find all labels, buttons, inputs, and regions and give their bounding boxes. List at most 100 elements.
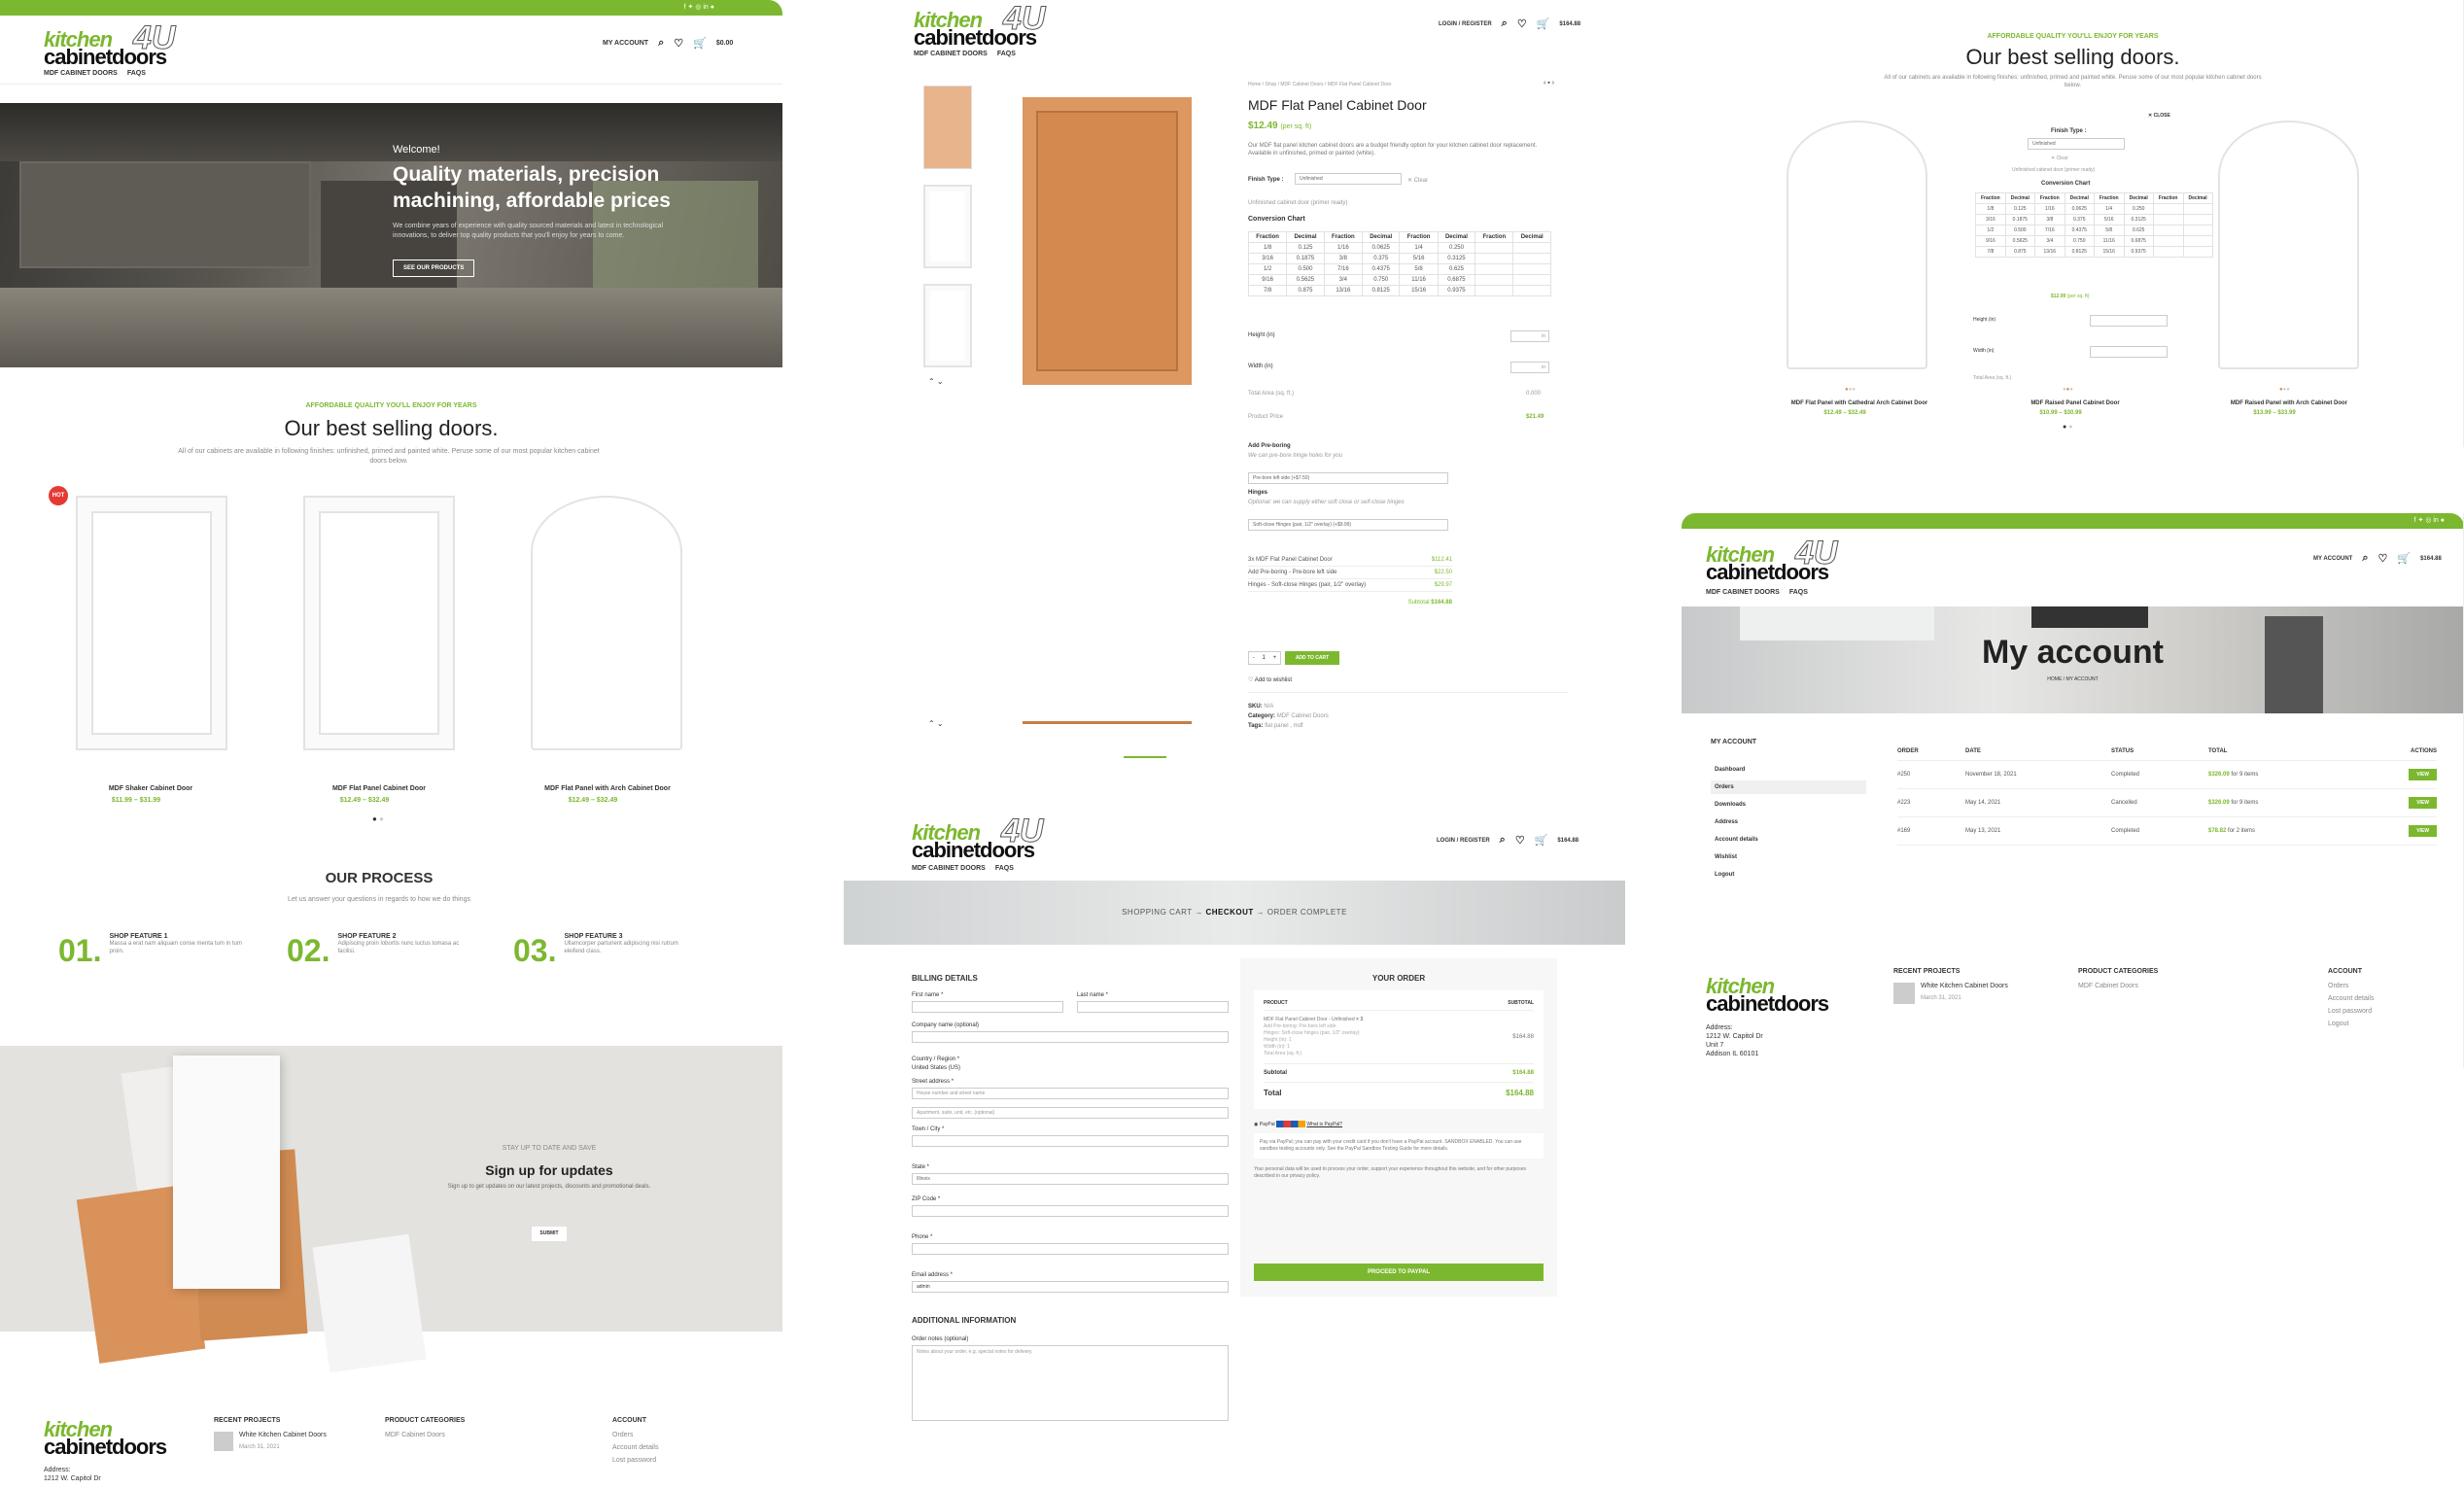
qty-stepper[interactable]: - 1 + — [1248, 651, 1281, 665]
breadcrumb[interactable]: Home / Shop / MDF Cabinet Doors / MDF Fl… — [1248, 82, 1391, 87]
account-menu-item[interactable]: Account details — [1711, 833, 1866, 847]
footer-project-link[interactable]: White Kitchen Cabinet Doors — [1921, 983, 2008, 989]
first-name-input[interactable] — [912, 1001, 1063, 1013]
state-select[interactable]: Illinois — [912, 1173, 1229, 1185]
login-register-link[interactable]: LOGIN / REGISTER — [1439, 21, 1492, 27]
footer-account-details-link[interactable]: Account details — [612, 1444, 658, 1451]
footer-cat-link[interactable]: MDF Cabinet Doors — [385, 1432, 465, 1438]
cart-icon[interactable]: 🛒 — [1537, 17, 1550, 30]
cart-total[interactable]: $0.00 — [716, 40, 734, 47]
qv-swatches-2[interactable]: ●●● — [2063, 387, 2073, 393]
nav-faqs[interactable]: FAQS — [997, 51, 1016, 57]
account-menu-item[interactable]: Wishlist — [1711, 850, 1866, 864]
wishlist-heart-icon[interactable]: ♡ — [1515, 834, 1525, 847]
wishlist-heart-icon[interactable]: ♡ — [2378, 552, 2388, 565]
social-icons[interactable]: f ✦ ◎ in ● — [2414, 516, 2445, 524]
social-icons[interactable]: f ✦ ◎ in ● — [684, 3, 714, 11]
logo[interactable]: kitchen cabinetdoors 4U — [44, 21, 176, 68]
add-to-cart-button[interactable]: ADD TO CART — [1285, 651, 1339, 665]
view-order-button[interactable]: VIEW — [2409, 769, 2437, 780]
proceed-paypal-button[interactable]: PROCEED TO PAYPAL — [1254, 1264, 1544, 1281]
product-nav-arrows[interactable]: ‹ ▪ › — [1544, 80, 1554, 87]
footer-logo[interactable]: kitchen cabinetdoors — [44, 1419, 167, 1458]
nav-mdf-doors[interactable]: MDF CABINET DOORS — [914, 51, 988, 57]
email-input[interactable]: admin — [912, 1281, 1229, 1293]
search-icon[interactable]: ⌕ — [658, 37, 664, 50]
qv-close-button[interactable]: ✕ CLOSE — [2148, 113, 2170, 119]
qv-product-name-2[interactable]: MDF Raised Panel Cabinet Door — [1983, 400, 2168, 406]
width-input[interactable]: in — [1510, 362, 1549, 373]
category-link[interactable]: MDF Cabinet Doors — [1277, 713, 1329, 719]
account-menu-item[interactable]: Logout — [1711, 868, 1866, 882]
footer-logout-link[interactable]: Logout — [2328, 1021, 2374, 1027]
account-menu-item[interactable]: Downloads — [1711, 798, 1866, 812]
logo-3[interactable]: kitchen cabinetdoors 4U — [912, 814, 1044, 861]
cart-total-3[interactable]: $164.88 — [1557, 838, 1579, 844]
search-icon[interactable]: ⌕ — [1502, 17, 1508, 30]
view-order-button[interactable]: VIEW — [2409, 797, 2437, 809]
nav-faqs[interactable]: FAQS — [127, 70, 146, 77]
nav-faqs[interactable]: FAQS — [1789, 589, 1808, 596]
hinges-select[interactable]: Soft-close Hinges (pair, 1/2" overlay) (… — [1248, 519, 1448, 531]
product-name-1[interactable]: MDF Shaker Cabinet Door — [49, 785, 253, 792]
qv-door-cathedral[interactable] — [1787, 121, 1927, 369]
logo-2[interactable]: kitchen cabinetdoors 4U — [914, 2, 1046, 49]
tags-links[interactable]: flat panel , mdf — [1265, 723, 1302, 729]
cart-icon[interactable]: 🛒 — [693, 37, 707, 50]
carousel-dots[interactable]: ● ● — [372, 814, 384, 823]
wishlist-heart-icon[interactable]: ♡ — [1517, 17, 1527, 30]
qv-product-name-3[interactable]: MDF Raised Panel with Arch Cabinet Door — [2197, 400, 2381, 406]
account-menu-item[interactable]: Orders — [1711, 780, 1866, 794]
search-icon[interactable]: ⌕ — [2362, 552, 2368, 565]
clear-link[interactable]: ✕ Clear — [1407, 177, 1428, 184]
thumb-2[interactable] — [923, 185, 972, 268]
main-product-image[interactable] — [1023, 97, 1192, 385]
product-name-2[interactable]: MDF Flat Panel Cabinet Door — [277, 785, 481, 792]
footer-account-details-link[interactable]: Account details — [2328, 995, 2374, 1002]
logo-4[interactable]: kitchen cabinetdoors 4U — [1706, 537, 1838, 583]
qv-clear[interactable]: ✕ Clear — [2051, 156, 2068, 161]
street-input[interactable]: House number and street name — [912, 1088, 1229, 1099]
nav-mdf-doors[interactable]: MDF CABINET DOORS — [1706, 589, 1780, 596]
signup-submit-button[interactable]: SUBMIT — [532, 1227, 567, 1241]
qv-height-input[interactable] — [2090, 315, 2168, 327]
qv-swatches-1[interactable]: ●●● — [1845, 387, 1856, 393]
qv-door-raised-arch[interactable] — [2218, 121, 2359, 369]
thumb-1[interactable] — [923, 86, 972, 169]
project-thumb[interactable] — [1893, 983, 1915, 1004]
footer-cat-link[interactable]: MDF Cabinet Doors — [2078, 983, 2158, 989]
account-menu-item[interactable]: Address — [1711, 815, 1866, 829]
qv-width-input[interactable] — [2090, 346, 2168, 358]
my-account-link[interactable]: MY ACCOUNT — [603, 40, 648, 47]
qv-swatches-3[interactable]: ●●● — [2279, 387, 2290, 393]
apartment-input[interactable]: Apartment, suite, unit, etc. (optional) — [912, 1107, 1229, 1119]
nav-mdf-doors[interactable]: MDF CABINET DOORS — [44, 70, 118, 77]
account-menu-item[interactable]: Dashboard — [1711, 763, 1866, 777]
wishlist-heart-icon[interactable]: ♡ — [674, 37, 683, 50]
product-image-arch[interactable] — [531, 496, 682, 750]
search-icon[interactable]: ⌕ — [1500, 834, 1506, 847]
nav-faqs[interactable]: FAQS — [995, 865, 1014, 872]
what-is-paypal-link[interactable]: What is PayPal? — [1306, 1122, 1342, 1127]
order-id[interactable]: #223 — [1897, 800, 1965, 806]
footer-project-link[interactable]: White Kitchen Cabinet Doors — [239, 1432, 327, 1438]
boring-select[interactable]: Pre-bore left side (+$7.50) — [1248, 472, 1448, 484]
footer-lost-password-link[interactable]: Lost password — [612, 1457, 658, 1464]
cart-icon[interactable]: 🛒 — [1535, 834, 1548, 847]
my-account-link[interactable]: MY ACCOUNT — [2313, 556, 2352, 562]
step-cart[interactable]: SHOPPING CART — [1122, 908, 1192, 917]
cart-total-4[interactable]: $164.88 — [2420, 556, 2442, 562]
thumb-3[interactable] — [923, 284, 972, 367]
order-notes-textarea[interactable]: Notes about your order, e.g. special not… — [912, 1345, 1229, 1421]
qv-finish-select[interactable]: Unfinished — [2028, 138, 2125, 150]
town-input[interactable] — [912, 1135, 1229, 1147]
wishlist-link[interactable]: ♡ Add to wishlist — [1248, 676, 1292, 683]
paypal-radio[interactable]: ◉ — [1254, 1122, 1258, 1127]
company-input[interactable] — [912, 1031, 1229, 1043]
last-name-input[interactable] — [1077, 1001, 1229, 1013]
thumb-nav-bottom[interactable]: ⌃ ⌄ — [928, 719, 944, 728]
height-input[interactable]: in — [1510, 330, 1549, 342]
qv-carousel-dots[interactable]: ● ● — [2063, 424, 2072, 431]
view-order-button[interactable]: VIEW — [2409, 825, 2437, 837]
account-breadcrumb[interactable]: HOME / MY ACCOUNT — [1682, 676, 2463, 682]
